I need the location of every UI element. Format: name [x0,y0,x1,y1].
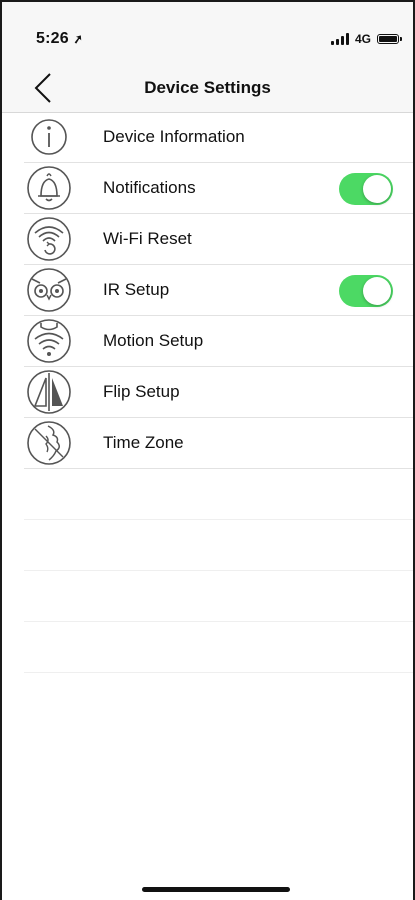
settings-item-label: Notifications [103,178,196,197]
battery-icon [377,34,402,44]
settings-item-ir-setup[interactable]: IR Setup [24,265,413,316]
wifi-reset-icon [27,217,71,261]
settings-item-label: Device Information [103,127,245,146]
navigation-bar: Device Settings [2,62,413,113]
network-type: 4G [354,32,371,46]
settings-item-label: Motion Setup [103,331,204,350]
owl-icon [27,268,71,312]
status-time: 5:26 ➚ [36,30,85,48]
settings-item-notifications[interactable]: Notifications [24,163,413,214]
settings-item-time-zone[interactable]: Time Zone [24,418,413,469]
page-title: Device Settings [144,78,271,97]
home-indicator[interactable] [142,887,290,892]
settings-list: Device Information Notifications Wi-Fi R… [24,112,413,673]
empty-row [24,571,413,622]
empty-row [24,469,413,520]
settings-item-label: Time Zone [103,433,184,452]
toggle-knob [363,175,391,203]
settings-item-label: Flip Setup [103,382,180,401]
notifications-toggle[interactable] [339,173,393,205]
settings-item-motion-setup[interactable]: Motion Setup [24,316,413,367]
status-indicators: 4G [330,32,402,46]
globe-icon [27,421,71,465]
empty-row [24,622,413,673]
flip-icon [27,370,71,414]
info-icon [31,119,67,155]
bell-icon [27,166,71,210]
empty-row [24,520,413,571]
location-arrow-icon: ➚ [71,31,85,47]
settings-item-label: Wi-Fi Reset [103,229,192,248]
settings-item-label: IR Setup [103,280,170,299]
phone-screen: 5:26 ➚ 4G Device Settings Device Informa… [0,0,415,900]
settings-item-flip-setup[interactable]: Flip Setup [24,367,413,418]
motion-icon [27,319,71,363]
settings-item-device-information[interactable]: Device Information [24,112,413,163]
status-bar: 5:26 ➚ 4G [2,2,413,62]
settings-item-wifi-reset[interactable]: Wi-Fi Reset [24,214,413,265]
status-time-text: 5:26 [36,30,69,47]
cellular-signal-icon [330,33,349,45]
toggle-knob [363,277,391,305]
ir-setup-toggle[interactable] [339,275,393,307]
